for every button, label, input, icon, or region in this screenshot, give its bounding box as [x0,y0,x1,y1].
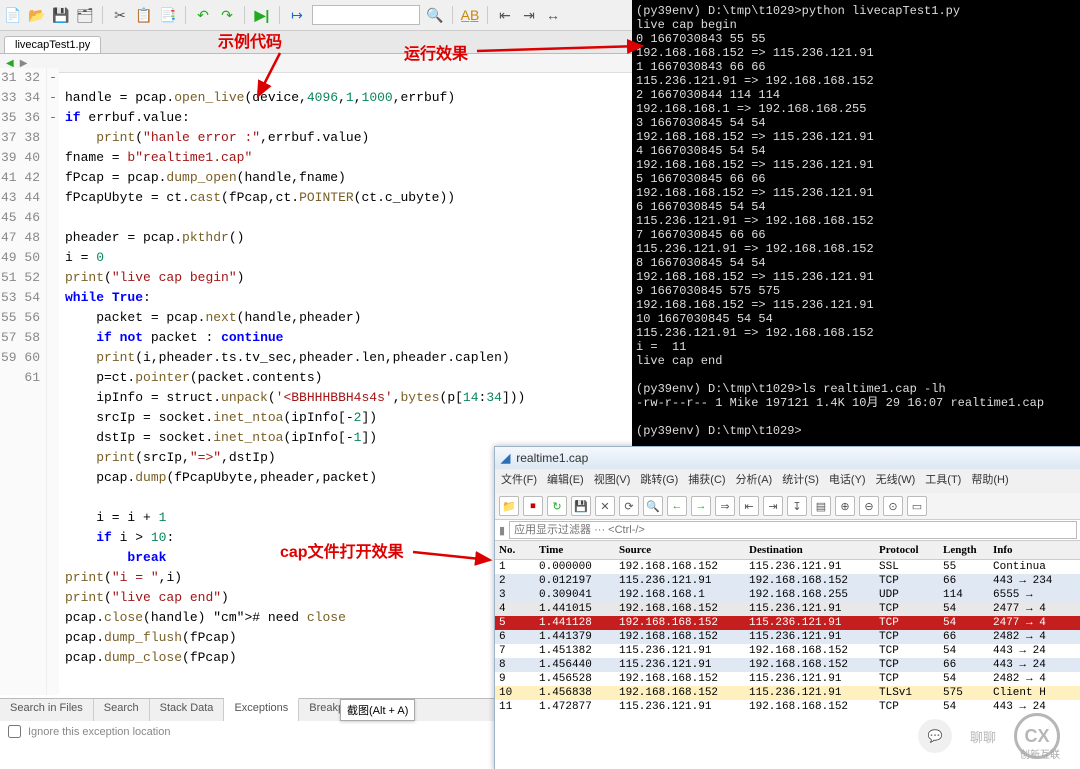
ws-restart-icon[interactable]: ↻ [547,496,567,516]
ws-zoomfit-icon[interactable]: ⊙ [883,496,903,516]
ws-resize-icon[interactable]: ▭ [907,496,927,516]
watermark-chat-label: 聊聊 [970,727,996,746]
ws-open-icon[interactable]: 📁 [499,496,519,516]
ws-col-header[interactable]: Length [939,543,989,557]
ws-packet-row[interactable]: 20.012197115.236.121.91192.168.168.152TC… [495,574,1080,588]
redo-icon[interactable]: ↷ [218,6,236,24]
ws-first-icon[interactable]: ⇤ [739,496,759,516]
ws-find-icon[interactable]: 🔍 [643,496,663,516]
line-gutter: 31 32 33 34 35 36 37 38 39 40 41 42 43 4… [0,68,47,695]
wireshark-title: realtime1.cap [516,451,588,465]
undo-icon[interactable]: ↶ [194,6,212,24]
cut-icon[interactable]: ✂ [111,6,129,24]
ws-menu-item[interactable]: 分析(A) [736,471,773,491]
wechat-icon: 💬 [918,719,952,753]
ws-close-icon[interactable]: ✕ [595,496,615,516]
copy-icon[interactable]: 📑 [159,6,177,24]
ws-menu-item[interactable]: 视图(V) [594,471,631,491]
ws-zoomin-icon[interactable]: ⊕ [835,496,855,516]
run-icon[interactable]: ▶| [253,6,271,24]
ws-columns-icon[interactable]: ▤ [811,496,831,516]
clipboard-icon[interactable]: 📋 [135,6,153,24]
file-tab[interactable]: livecapTest1.py [4,36,101,53]
nav-back-icon[interactable]: ◀ [6,58,14,69]
wireshark-logo-icon: ◢ [501,451,510,465]
ws-save-icon[interactable]: 💾 [571,496,591,516]
wireshark-toolbar: 📁 ⏹ ↻ 💾 ✕ ⟳ 🔍 ← → ⇒ ⇤ ⇥ ↧ ▤ ⊕ ⊖ ⊙ ▭ [495,493,1080,520]
ws-col-header[interactable]: No. [495,543,535,557]
ws-fwd-icon[interactable]: → [691,496,711,516]
ws-menu-item[interactable]: 电话(Y) [829,471,866,491]
ws-packet-row[interactable]: 111.472877115.236.121.91192.168.168.152T… [495,700,1080,714]
ws-col-header[interactable]: Protocol [875,543,939,557]
ws-packet-row[interactable]: 30.309041192.168.168.1192.168.168.255UDP… [495,588,1080,602]
ws-zoomout-icon[interactable]: ⊖ [859,496,879,516]
ws-jump-icon[interactable]: ⇒ [715,496,735,516]
wireshark-filter-bar: ▮ [495,520,1080,541]
ws-menu-item[interactable]: 帮助(H) [971,471,1008,491]
ws-reload-icon[interactable]: ⟳ [619,496,639,516]
wireshark-packet-list[interactable]: 10.000000192.168.168.152115.236.121.91SS… [495,560,1080,714]
bottom-tab[interactable]: Exceptions [224,698,299,721]
search-icon[interactable]: 🔍 [426,6,444,24]
ignore-exception-row[interactable]: Ignore this exception location [4,722,170,741]
brand-label: 创新互联 [1020,746,1060,761]
wireshark-filter-input[interactable] [509,521,1077,539]
ws-packet-row[interactable]: 51.441128192.168.168.152115.236.121.91TC… [495,616,1080,630]
wireshark-menubar: 文件(F) 编辑(E) 视图(V) 跳转(G) 捕获(C) 分析(A) 统计(S) 电话(Y)… [495,469,1080,493]
bottom-tab[interactable]: Search [94,699,150,721]
save-icon[interactable]: 💾 [52,6,70,24]
ws-last-icon[interactable]: ⇥ [763,496,783,516]
find-replace-icon[interactable]: A̲B̲ [461,6,479,24]
ws-menu-item[interactable]: 跳转(G) [640,471,678,491]
ws-col-header[interactable]: Destination [745,543,875,557]
ws-packet-row[interactable]: 41.441015192.168.168.152115.236.121.91TC… [495,602,1080,616]
ws-menu-item[interactable]: 无线(W) [876,471,916,491]
ws-col-header[interactable]: Source [615,543,745,557]
watermark: 💬 聊聊 CX 创新互联 [918,713,1060,759]
ws-packet-row[interactable]: 61.441379192.168.168.152115.236.121.91TC… [495,630,1080,644]
stretch-icon[interactable]: ↔ [544,6,562,24]
ignore-exception-label: Ignore this exception location [28,726,170,738]
ws-autoscroll-icon[interactable]: ↧ [787,496,807,516]
wireshark-header-row[interactable]: No.TimeSourceDestinationProtocolLengthIn… [495,541,1080,560]
ws-col-header[interactable]: Info [989,543,1080,557]
step-icon[interactable]: ↦ [288,6,306,24]
ws-menu-item[interactable]: 工具(T) [925,471,961,491]
ws-packet-row[interactable]: 10.000000192.168.168.152115.236.121.91SS… [495,560,1080,574]
indent-right-icon[interactable]: ⇥ [520,6,538,24]
new-file-icon[interactable]: 📄 [4,6,22,24]
ws-packet-row[interactable]: 71.451382115.236.121.91192.168.168.152TC… [495,644,1080,658]
ws-stop-icon[interactable]: ⏹ [523,496,543,516]
wireshark-titlebar[interactable]: ◢ realtime1.cap [495,447,1080,469]
toolbar-search-input[interactable] [312,5,420,25]
indent-left-icon[interactable]: ⇤ [496,6,514,24]
filter-bookmark-icon[interactable]: ▮ [499,524,505,537]
open-folder-icon[interactable]: 📂 [28,6,46,24]
terminal[interactable]: (py39env) D:\tmp\t1029>python livecapTes… [632,0,1080,454]
ws-menu-item[interactable]: 捕获(C) [688,471,725,491]
ws-packet-row[interactable]: 101.456838192.168.168.152115.236.121.91T… [495,686,1080,700]
nav-fwd-icon[interactable]: ▶ [20,58,28,69]
ws-back-icon[interactable]: ← [667,496,687,516]
screenshot-hint[interactable]: 截图(Alt + A) [340,699,415,721]
ws-menu-item[interactable]: 编辑(E) [547,471,584,491]
ws-menu-item[interactable]: 文件(F) [501,471,537,491]
bottom-tab[interactable]: Stack Data [150,699,225,721]
ws-packet-row[interactable]: 81.456440115.236.121.91192.168.168.152TC… [495,658,1080,672]
ws-col-header[interactable]: Time [535,543,615,557]
ignore-exception-checkbox[interactable] [8,725,21,738]
save-all-icon[interactable]: 🗂 [76,6,94,24]
ws-packet-row[interactable]: 91.456528192.168.168.152115.236.121.91TC… [495,672,1080,686]
bottom-tab[interactable]: Search in Files [0,699,94,721]
fold-column[interactable]: - - - [47,68,59,695]
ws-menu-item[interactable]: 统计(S) [782,471,819,491]
